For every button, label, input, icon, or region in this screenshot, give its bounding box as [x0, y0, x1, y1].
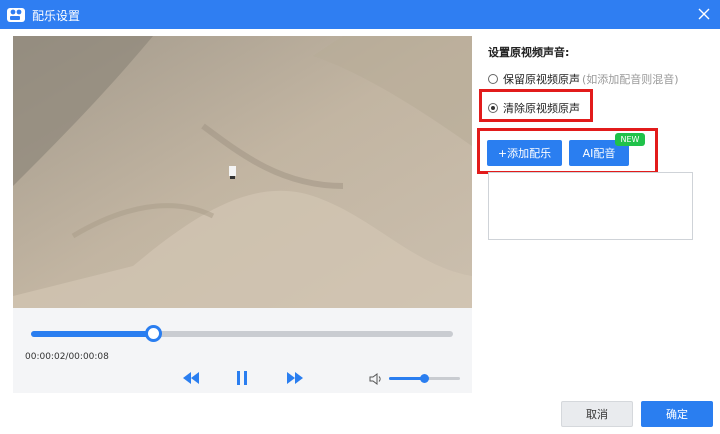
desert-video-image	[13, 36, 472, 308]
music-settings-dialog: 配乐设置 00:00:02/00:00:08 设置原视频声音: 保留原视频原声 …	[0, 0, 720, 434]
progress-fill	[31, 331, 154, 337]
progress-thumb[interactable]	[144, 325, 162, 342]
window-title: 配乐设置	[32, 9, 81, 23]
camera-icon	[7, 8, 25, 22]
timecode: 00:00:02/00:00:08	[25, 352, 109, 362]
keep-original-audio-option[interactable]: 保留原视频原声 (如添加配音则混音)	[488, 71, 679, 87]
remove-original-audio-option[interactable]: 清除原视频原声	[488, 100, 580, 116]
new-badge: NEW	[615, 133, 645, 146]
close-icon[interactable]	[694, 4, 714, 24]
option-label: 清除原视频原声	[503, 102, 580, 115]
music-list-box[interactable]	[488, 172, 693, 240]
option-label: 保留原视频原声	[503, 73, 580, 86]
volume-thumb[interactable]	[420, 374, 429, 383]
radio-button[interactable]	[488, 74, 498, 84]
option-hint: (如添加配音则混音)	[582, 73, 679, 86]
radio-button-checked[interactable]	[488, 103, 498, 113]
pause-icon[interactable]	[235, 370, 249, 386]
ok-button[interactable]: 确定	[641, 401, 713, 427]
audio-settings-heading: 设置原视频声音:	[488, 46, 570, 59]
cancel-button[interactable]: 取消	[561, 401, 633, 427]
add-music-button[interactable]: +添加配乐	[487, 140, 562, 166]
video-preview-panel	[13, 36, 472, 393]
video-frame[interactable]	[13, 36, 472, 308]
volume-icon[interactable]	[368, 372, 384, 386]
forward-icon[interactable]	[286, 371, 304, 385]
title-bar: 配乐设置	[0, 0, 720, 29]
rewind-icon[interactable]	[182, 371, 200, 385]
progress-track[interactable]	[31, 331, 453, 337]
